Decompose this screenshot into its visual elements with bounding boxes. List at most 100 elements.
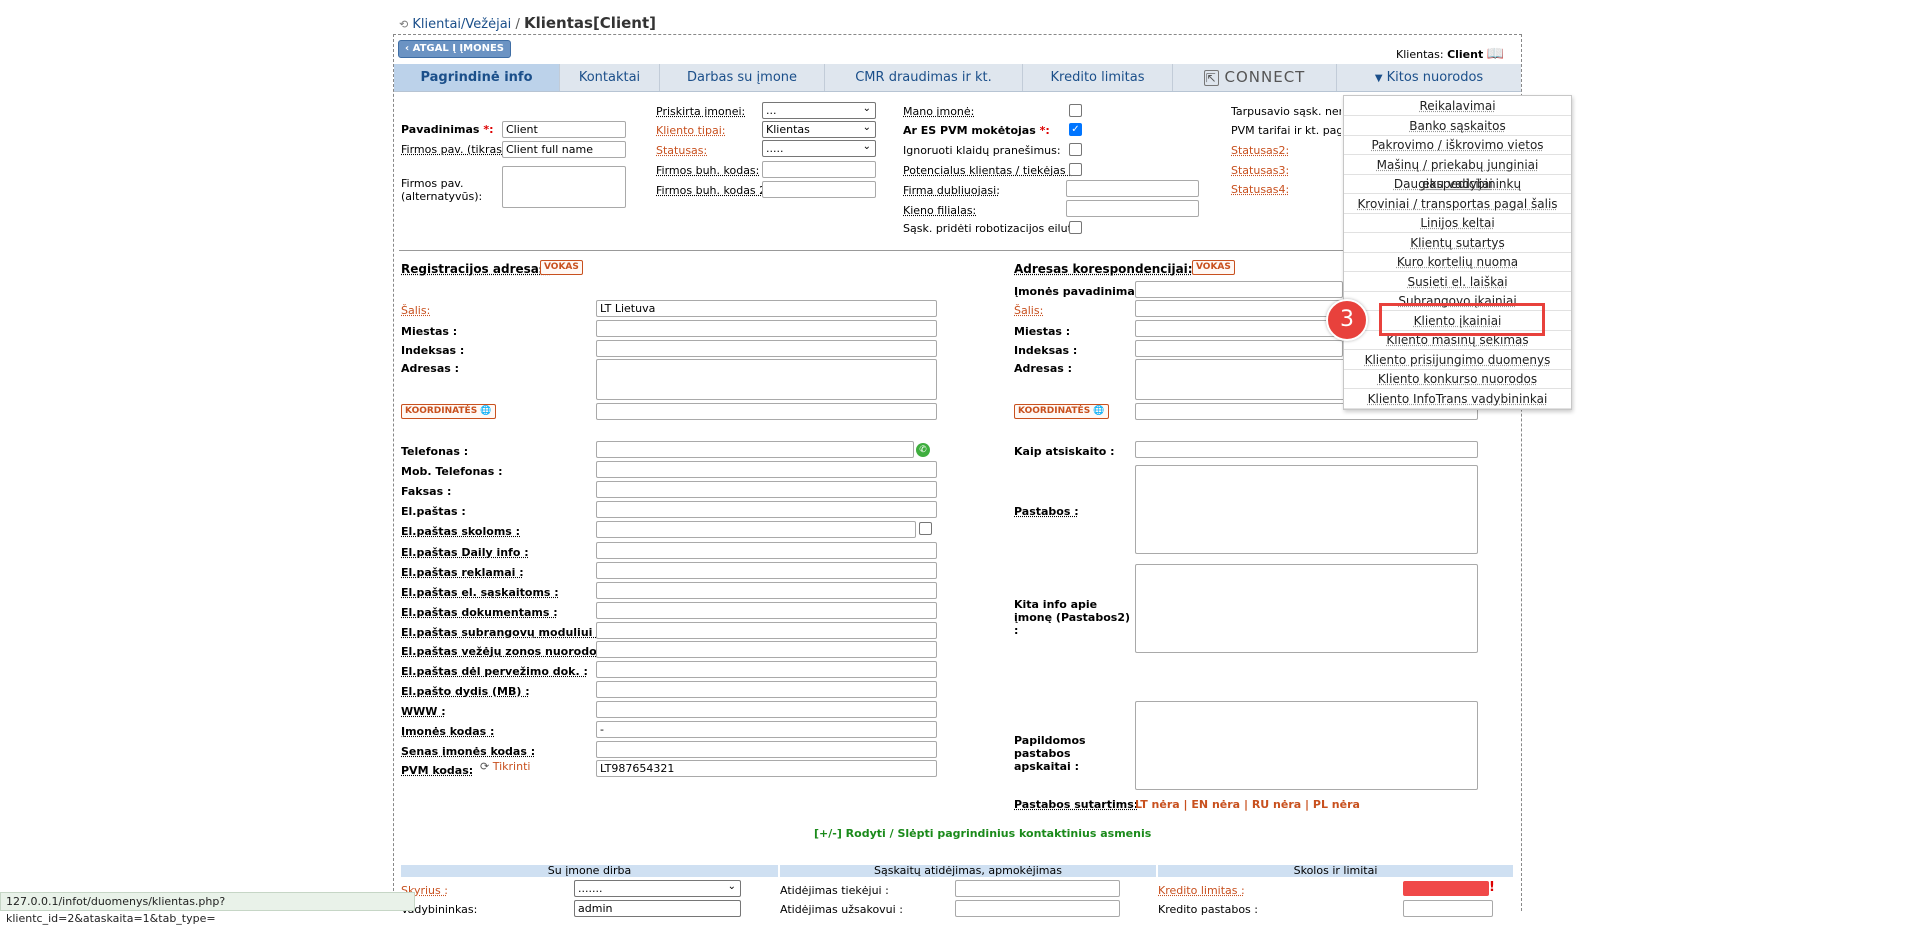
kliento-tipai-select[interactable]: Klientas ⌄	[762, 121, 876, 138]
skyrius-select[interactable]: ....... ⌄	[574, 880, 741, 897]
firmos-alt-textarea[interactable]	[502, 166, 626, 208]
contact-input[interactable]	[596, 481, 937, 498]
dropdown-item[interactable]: Mašinų / priekabų junginiai ekspedicijai	[1344, 156, 1571, 191]
vadybininkas-select[interactable]: admin	[574, 900, 741, 917]
phone-icon[interactable]: ✆	[916, 443, 930, 457]
contact-input[interactable]	[596, 622, 937, 639]
toggle-contacts-link[interactable]: [+/-] Rodyti / Slėpti pagrindinius konta…	[814, 827, 1151, 840]
tab-kitos-nuorodos[interactable]: ▼ Kitos nuorodos	[1337, 64, 1521, 91]
corr-indeksas-input[interactable]	[1135, 340, 1343, 357]
reg-indeksas-input[interactable]	[596, 340, 937, 357]
firmos-pav-input[interactable]: Client full name	[502, 141, 626, 158]
kieno-filialas-input[interactable]	[1066, 200, 1199, 217]
reg-vokas-button[interactable]: VOKAS	[540, 260, 583, 275]
contact-input[interactable]	[596, 602, 937, 619]
contact-label: El.paštas reklamai :	[401, 566, 524, 579]
sask-robot-checkbox[interactable]	[1069, 221, 1082, 234]
dropdown-item-label: Klientų sutartys	[1410, 235, 1505, 250]
contact-input[interactable]	[596, 441, 914, 458]
tab-darbas-su-imone[interactable]: Darbas su įmone	[660, 64, 825, 91]
contact-input[interactable]	[596, 562, 937, 579]
pastabos-textarea[interactable]	[1135, 465, 1478, 554]
dropdown-item[interactable]: Linijos keltai	[1344, 214, 1571, 233]
sutartis-ru-link[interactable]: RU nėra	[1252, 798, 1301, 811]
back-button[interactable]: ‹ ATGAL Į ĮMONES	[398, 40, 511, 58]
contact-input[interactable]	[596, 661, 937, 678]
contact-input[interactable]: -	[596, 721, 937, 738]
dropdown-item[interactable]: Klientų sutartys	[1344, 234, 1571, 253]
contact-input[interactable]	[596, 641, 937, 658]
buh-kodas2-input[interactable]	[762, 181, 876, 198]
dropdown-item-label: Kliento InfoTrans vadybininkai	[1367, 391, 1548, 406]
corr-imones-input[interactable]	[1135, 281, 1343, 298]
es-pvm-checkbox[interactable]: ✓	[1069, 123, 1082, 136]
corr-vokas-button[interactable]: VOKAS	[1192, 260, 1235, 275]
sutartis-pl-link[interactable]: PL nėra	[1313, 798, 1360, 811]
skoloms-checkbox[interactable]	[919, 522, 932, 535]
contact-input[interactable]	[596, 542, 937, 559]
reg-koord-button[interactable]: KOORDINATĖS 🌐	[401, 404, 496, 419]
sutartys-sep: |	[1243, 798, 1248, 811]
contact-label: WWW :	[401, 705, 446, 718]
contact-input[interactable]	[596, 741, 937, 758]
corr-koord-button[interactable]: KOORDINATĖS 🌐	[1014, 404, 1109, 419]
potencialus-label: Potencialus klientas / tiekėjas :	[903, 164, 1073, 177]
section-skolos: Skolos ir limitai	[1158, 865, 1513, 877]
tab-kontaktai[interactable]: Kontaktai	[560, 64, 660, 91]
contact-label: El.pašto dydis (MB) :	[401, 685, 530, 698]
dropdown-item[interactable]: Kliento konkurso nuorodos	[1344, 370, 1571, 389]
dropdown-item[interactable]: Kliento InfoTrans vadybininkai	[1344, 390, 1571, 409]
statusas-select[interactable]: ..... ⌄	[762, 140, 876, 157]
tikrinti-link[interactable]: ⟳ Tikrinti	[480, 760, 530, 773]
tab-connect[interactable]: ⇱ CONNECT	[1173, 64, 1337, 91]
contact-input[interactable]	[596, 582, 937, 599]
mano-imone-checkbox[interactable]	[1069, 104, 1082, 117]
atid-uzs-input[interactable]	[955, 900, 1120, 917]
dropdown-item[interactable]: Kliento prisijungimo duomenys	[1344, 351, 1571, 370]
buh-kodas-input[interactable]	[762, 161, 876, 178]
kredito-pastabos-input[interactable]	[1403, 900, 1493, 917]
tab-kredito-limitas[interactable]: Kredito limitas	[1023, 64, 1173, 91]
corr-salis-input[interactable]	[1135, 300, 1343, 317]
reg-koord-input[interactable]	[596, 403, 937, 420]
contact-input[interactable]	[596, 461, 937, 478]
page-title: Klientas[Client]	[523, 14, 656, 32]
statusas3-label: Statusas3:	[1231, 164, 1290, 177]
dropdown-item[interactable]: Reikalavimai	[1344, 97, 1571, 116]
tab-cmr-draudimas[interactable]: CMR draudimas ir kt.	[825, 64, 1023, 91]
kaip-input[interactable]	[1135, 441, 1478, 458]
sutartis-lt-link[interactable]: LT nėra	[1135, 798, 1180, 811]
contact-input[interactable]	[596, 501, 937, 518]
dropdown-item[interactable]: Pakrovimo / iškrovimo vietos	[1344, 136, 1571, 155]
reg-miestas-input[interactable]	[596, 320, 937, 337]
dropdown-item[interactable]: Kroviniai / transportas pagal šalis	[1344, 195, 1571, 214]
corr-miestas-input[interactable]	[1135, 320, 1343, 337]
atid-tiek-input[interactable]	[955, 880, 1120, 897]
dropdown-item[interactable]: Kuro kortelių nuoma	[1344, 253, 1571, 272]
contact-input[interactable]	[596, 681, 937, 698]
contact-input[interactable]: LT987654321	[596, 760, 937, 777]
book-icon[interactable]: 📖	[1487, 46, 1504, 62]
potencialus-checkbox[interactable]	[1069, 163, 1082, 176]
kita-info-textarea[interactable]	[1135, 564, 1478, 653]
dropdown-item[interactable]: Daugiau vadybininkų	[1344, 175, 1571, 194]
dropdown-item[interactable]: Banko sąskaitos	[1344, 117, 1571, 136]
priskirta-select[interactable]: ... ⌄	[762, 102, 876, 119]
firma-dubl-input[interactable]	[1066, 180, 1199, 197]
contact-input[interactable]	[596, 521, 916, 538]
kredito-limitas-input[interactable]	[1403, 881, 1489, 896]
reg-salis-input[interactable]: LT Lietuva	[596, 300, 937, 317]
dropdown-item[interactable]: Susieti el. laiškai	[1344, 273, 1571, 292]
contact-input[interactable]	[596, 701, 937, 718]
tab-pagrindine-info[interactable]: Pagrindinė info	[394, 64, 560, 91]
pavadinimas-input[interactable]: Client	[502, 121, 626, 138]
ignoruoti-checkbox[interactable]	[1069, 143, 1082, 156]
papildomos-textarea[interactable]	[1135, 701, 1478, 790]
contact-label: El.paštas vežėjų zonos nuorodoms :	[401, 645, 623, 658]
sutartis-en-link[interactable]: EN nėra	[1191, 798, 1240, 811]
reg-adresas-textarea[interactable]	[596, 359, 937, 400]
breadcrumb: ⟲ Klientai/Vežėjai / Klientas[Client]	[399, 14, 656, 32]
sask-robot-label: Sąsk. pridėti robotizacijos eilutę:	[903, 222, 1083, 235]
breadcrumb-link[interactable]: Klientai/Vežėjai	[412, 17, 511, 32]
back-button-label: ATGAL Į ĮMONES	[412, 43, 504, 54]
